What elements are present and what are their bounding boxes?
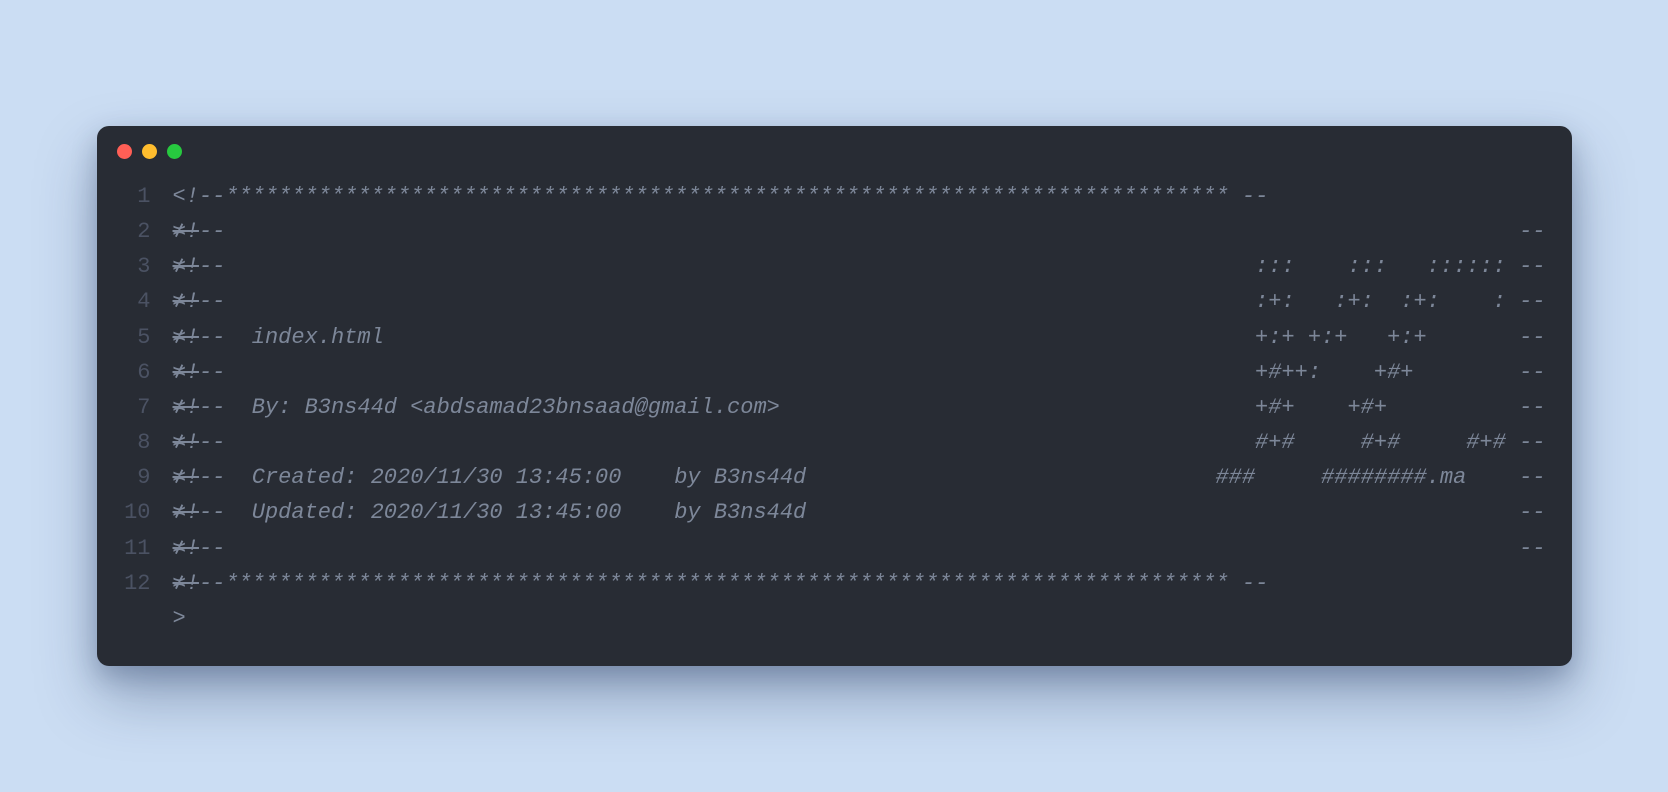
minimize-icon[interactable]: [142, 144, 157, 159]
comment-prefix: ≭!: [173, 289, 199, 314]
comment-prefix: ≭!: [173, 430, 199, 455]
code-text-left: --: [199, 430, 225, 455]
code-text-left: -- Created: 2020/11/30 13:45:00 by B3ns4…: [199, 465, 806, 490]
code-window: 1<!--***********************************…: [97, 126, 1572, 666]
code-content: ≭!-- By: B3ns44d <abdsamad23bnsaad@gmail…: [173, 390, 1546, 425]
comment-prefix: ≭!: [173, 465, 199, 490]
code-content: ≭!-- Created: 2020/11/30 13:45:00 by B3n…: [173, 460, 1546, 495]
line-number: 7: [115, 390, 151, 425]
line-number: 5: [115, 320, 151, 355]
code-text-right: --: [1519, 214, 1545, 249]
comment-prefix: ≭!: [173, 254, 199, 279]
code-text-left: --**************************************…: [199, 184, 1268, 209]
code-text-left: --: [199, 219, 225, 244]
code-text-left: --**************************************…: [199, 571, 1268, 596]
comment-prefix: ≭!: [173, 219, 199, 244]
code-editor[interactable]: 1<!--***********************************…: [97, 169, 1572, 666]
code-text-right: +#+ +#+ --: [1255, 390, 1545, 425]
code-text-left: --: [199, 289, 225, 314]
code-content: ≭!----: [173, 214, 1546, 249]
code-text-right: --: [1519, 531, 1545, 566]
zoom-icon[interactable]: [167, 144, 182, 159]
code-text-right: :+: :+: :+: : --: [1255, 284, 1545, 319]
code-line: 2≭!----: [115, 214, 1546, 249]
code-line: 6 ≭!-- +#++: +#+ --: [115, 355, 1546, 390]
code-content: ≭!--************************************…: [173, 566, 1546, 601]
comment-prefix: ≭!: [173, 536, 199, 561]
comment-prefix: ≭!: [173, 360, 199, 385]
line-number: 3: [115, 249, 151, 284]
code-line: 11≭!----: [115, 531, 1546, 566]
code-text-left: -- By: B3ns44d <abdsamad23bnsaad@gmail.c…: [199, 395, 780, 420]
comment-prefix: ≭!: [173, 325, 199, 350]
code-content: ≭!-- +#++: +#+ --: [173, 355, 1546, 390]
code-content: ≭!----: [173, 531, 1546, 566]
code-line: 3 ≭!--::: ::: :::::: --: [115, 249, 1546, 284]
line-number: 9: [115, 460, 151, 495]
code-continuation: >: [173, 601, 1546, 636]
code-text-left: -- index.html: [199, 325, 384, 350]
line-number: 11: [115, 531, 151, 566]
titlebar: [97, 126, 1572, 169]
code-content: ≭!-- index.html +:+ +:+ +:+ --: [173, 320, 1546, 355]
comment-prefix: ≭!: [173, 571, 199, 596]
code-line: 9 ≭!-- Created: 2020/11/30 13:45:00 by B3…: [115, 460, 1546, 495]
code-text-right: +:+ +:+ +:+ --: [1255, 320, 1545, 355]
comment-prefix: <!: [173, 184, 199, 209]
code-line: 8 ≭!-- #+# #+# #+# --: [115, 425, 1546, 460]
code-content: ≭!-- Updated: 2020/11/30 13:45:00 by B3n…: [173, 495, 1546, 530]
code-text-right: #+# #+# #+# --: [1255, 425, 1545, 460]
close-icon[interactable]: [117, 144, 132, 159]
code-content: ≭!-- #+# #+# #+# --: [173, 425, 1546, 460]
code-text-right: ::: ::: :::::: --: [1255, 249, 1545, 284]
code-text-right: ### ########.ma --: [1215, 460, 1545, 495]
line-number: 4: [115, 284, 151, 319]
code-text-left: --: [199, 360, 225, 385]
code-text-left: -- Updated: 2020/11/30 13:45:00 by B3ns4…: [199, 500, 806, 525]
comment-prefix: ≭!: [173, 395, 199, 420]
code-line: 4 ≭!-- :+: :+: :+: : --: [115, 284, 1546, 319]
code-text-left: --: [199, 254, 225, 279]
line-number: 2: [115, 214, 151, 249]
code-content: <!--************************************…: [173, 179, 1546, 214]
line-number: 8: [115, 425, 151, 460]
line-number: 12: [115, 566, 151, 601]
code-line: >: [115, 601, 1546, 636]
code-line: 12 ≭!--**********************************…: [115, 566, 1546, 601]
code-line: 1 <!--***********************************…: [115, 179, 1546, 214]
code-content: ≭!--::: ::: :::::: --: [173, 249, 1546, 284]
line-number: [115, 601, 151, 636]
code-text-right: --: [1519, 495, 1545, 530]
line-number: 6: [115, 355, 151, 390]
comment-prefix: ≭!: [173, 500, 199, 525]
code-line: 10 ≭!-- Updated: 2020/11/30 13:45:00 by B…: [115, 495, 1546, 530]
code-text-right: +#++: +#+ --: [1255, 355, 1545, 390]
line-number: 1: [115, 179, 151, 214]
code-content: ≭!-- :+: :+: :+: : --: [173, 284, 1546, 319]
line-number: 10: [115, 495, 151, 530]
code-text-left: --: [199, 536, 225, 561]
code-line: 7 ≭!-- By: B3ns44d <abdsamad23bnsaad@gmai…: [115, 390, 1546, 425]
code-line: 5 ≭!-- index.html +:+ +:+ +:+ --: [115, 320, 1546, 355]
